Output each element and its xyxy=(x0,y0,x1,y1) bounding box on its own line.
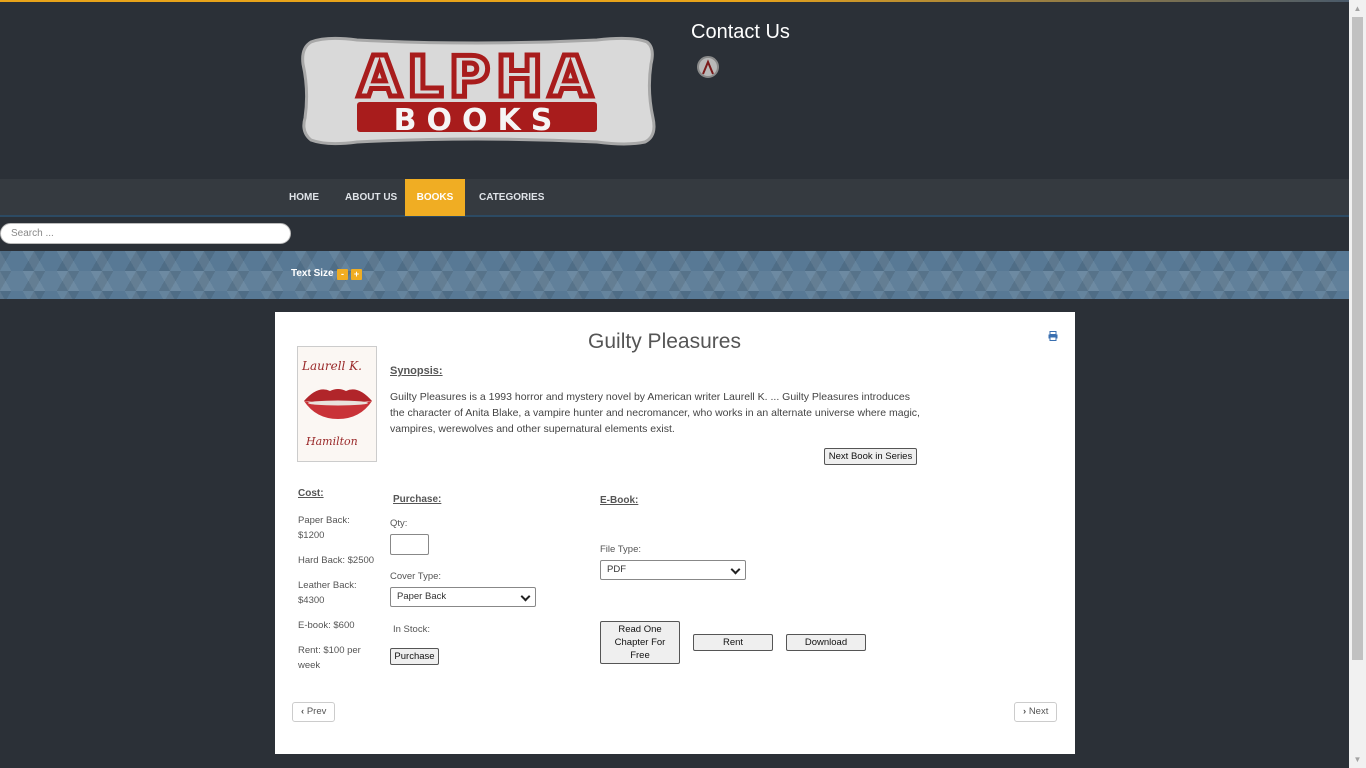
prev-page-button[interactable]: ‹ Prev xyxy=(292,702,336,722)
search-input[interactable] xyxy=(0,223,291,244)
scrollbar-thumb[interactable] xyxy=(1352,17,1363,660)
logo-alpha-text: ALPHA xyxy=(358,45,598,110)
pattern-banner xyxy=(0,251,1349,299)
ebook-label: E-Book: xyxy=(600,495,639,506)
logo-books-text: BOOKS xyxy=(394,103,563,138)
cost-rent: Rent: $100 per week xyxy=(298,645,361,671)
cost-ebook: E-book: $600 xyxy=(298,620,355,631)
file-type-select[interactable]: PDF xyxy=(600,560,746,580)
cover-type-value: Paper Back xyxy=(397,591,447,602)
book-title: Guilty Pleasures xyxy=(588,330,741,353)
cover-type-label: Cover Type: xyxy=(390,571,442,582)
cost-leather-back: Leather Back: $4300 xyxy=(298,580,357,606)
file-type-value: PDF xyxy=(607,564,626,575)
top-accent-line xyxy=(0,0,1349,2)
quantity-input[interactable] xyxy=(390,534,429,555)
cover-type-select[interactable]: Paper Back xyxy=(390,587,536,607)
purchase-button[interactable]: Purchase xyxy=(390,648,439,665)
nav-about-us[interactable]: ABOUT US xyxy=(333,179,409,216)
nav-categories[interactable]: CATEGORIES xyxy=(467,179,556,216)
vertical-scrollbar[interactable]: ▲ ▼ xyxy=(1349,0,1366,768)
in-stock-label: In Stock: xyxy=(393,624,430,635)
book-detail-card: Guilty Pleasures Laurell K. Hamilton Syn… xyxy=(275,312,1075,754)
next-book-in-series-button[interactable]: Next Book in Series xyxy=(824,448,917,465)
main-navigation: HOME ABOUT US BOOKS CATEGORIES xyxy=(0,179,1349,217)
chevron-down-icon xyxy=(520,591,531,602)
next-page-button[interactable]: › Next xyxy=(1014,702,1058,722)
cost-label: Cost: xyxy=(298,488,324,499)
next-label: Next xyxy=(1028,706,1049,717)
synopsis-text: Guilty Pleasures is a 1993 horror and my… xyxy=(390,391,920,435)
text-size-label: Text Size xyxy=(291,268,334,279)
cover-author-top: Laurell K. xyxy=(302,359,362,373)
scroll-up-arrow-icon[interactable]: ▲ xyxy=(1349,0,1366,17)
text-size-decrease-button[interactable]: - xyxy=(337,269,348,280)
chevron-left-icon: ‹ xyxy=(301,706,305,717)
cost-hard-back: Hard Back: $2500 xyxy=(298,555,375,566)
lips-graphic xyxy=(304,389,372,419)
cover-author-bottom: Hamilton xyxy=(306,435,358,448)
qty-label: Qty: xyxy=(390,518,408,529)
chevron-right-icon: › xyxy=(1023,706,1027,717)
chevron-down-icon xyxy=(730,564,741,575)
synopsis-label: Synopsis: xyxy=(390,365,443,377)
text-size-increase-button[interactable]: + xyxy=(351,269,362,280)
scroll-down-arrow-icon[interactable]: ▼ xyxy=(1349,751,1366,768)
book-cover-image: Laurell K. Hamilton xyxy=(297,346,377,462)
user-avatar-icon[interactable] xyxy=(697,56,719,78)
rent-button[interactable]: Rent xyxy=(693,634,773,651)
purchase-label: Purchase: xyxy=(393,494,442,505)
nav-home[interactable]: HOME xyxy=(277,179,331,216)
nav-books[interactable]: BOOKS xyxy=(405,179,465,216)
print-icon[interactable] xyxy=(1048,331,1058,341)
read-one-chapter-button[interactable]: Read One Chapter For Free xyxy=(600,621,680,664)
contact-us-heading: Contact Us xyxy=(691,21,790,43)
prev-label: Prev xyxy=(306,706,327,717)
file-type-label: File Type: xyxy=(600,544,642,555)
download-button[interactable]: Download xyxy=(786,634,866,651)
site-logo[interactable]: ALPHA BOOKS xyxy=(297,34,659,148)
cost-paper-back: Paper Back: $1200 xyxy=(298,515,350,541)
